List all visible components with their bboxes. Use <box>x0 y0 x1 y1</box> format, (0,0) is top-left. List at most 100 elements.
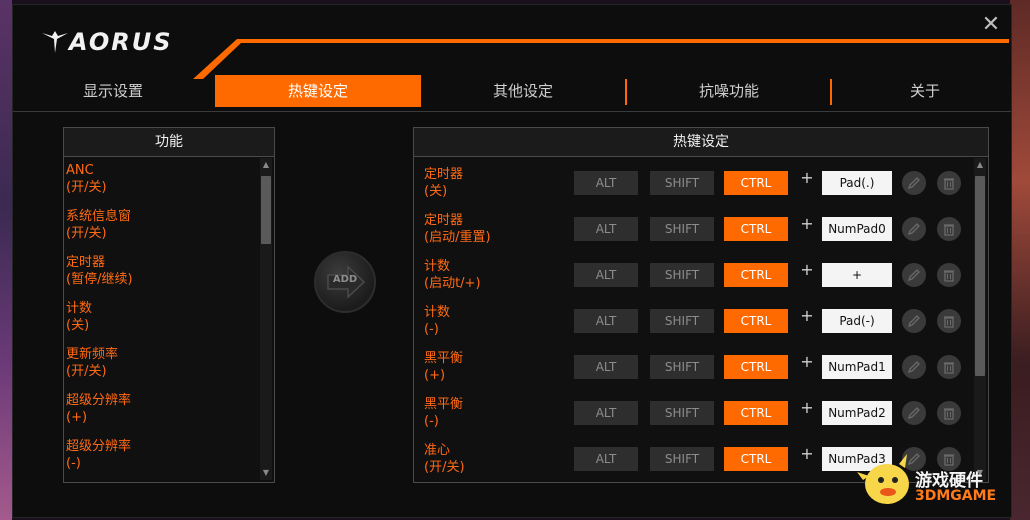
hotkey-row: 计数 (-) ALT SHIFT CTRL + Pad(-) <box>414 305 970 346</box>
alt-modifier-button[interactable]: ALT <box>574 401 638 425</box>
hotkey-row: 计数 (启动t/+) ALT SHIFT CTRL + + <box>414 259 970 300</box>
function-item[interactable]: 计数 (关) <box>66 300 92 334</box>
tab-about[interactable]: 关于 <box>855 75 995 107</box>
hotkey-key-field[interactable]: + <box>822 263 892 287</box>
hotkey-row: 黑平衡 (-) ALT SHIFT CTRL + NumPad2 <box>414 397 970 438</box>
plus-sign: + <box>800 214 814 233</box>
add-button-label: ADD <box>332 274 358 285</box>
hotkey-function-state: (+) <box>424 368 446 383</box>
alt-modifier-button[interactable]: ALT <box>574 217 638 241</box>
plus-sign: + <box>800 168 814 187</box>
tab-separator <box>830 79 832 105</box>
function-item[interactable]: ANC (开/关) <box>66 162 107 196</box>
logo-text: AORUS <box>69 28 173 56</box>
watermark-brand: 3DMGAME <box>915 488 997 504</box>
function-item[interactable]: 系统信息窗 (开/关) <box>66 208 131 242</box>
alt-modifier-button[interactable]: ALT <box>574 171 638 195</box>
tab-other-settings[interactable]: 其他设定 <box>453 75 593 107</box>
alt-modifier-button[interactable]: ALT <box>574 263 638 287</box>
add-button[interactable]: ADD <box>314 251 376 313</box>
pencil-icon[interactable] <box>902 309 926 333</box>
function-name: ANC <box>66 163 94 178</box>
hotkey-key-field[interactable]: Pad(.) <box>822 171 892 195</box>
desktop-background-right <box>1010 0 1030 520</box>
hotkey-function-name: 计数 <box>424 305 451 320</box>
shift-modifier-button[interactable]: SHIFT <box>650 309 714 333</box>
pencil-icon[interactable] <box>902 355 926 379</box>
ctrl-modifier-button[interactable]: CTRL <box>724 355 788 379</box>
alt-modifier-button[interactable]: ALT <box>574 355 638 379</box>
hotkey-key-field[interactable]: Pad(-) <box>822 309 892 333</box>
pencil-icon[interactable] <box>902 217 926 241</box>
plus-sign: + <box>800 444 814 463</box>
ctrl-modifier-button[interactable]: CTRL <box>724 309 788 333</box>
trash-icon[interactable] <box>937 309 961 333</box>
function-name: 计数 <box>66 301 93 316</box>
ctrl-modifier-button[interactable]: CTRL <box>724 401 788 425</box>
pencil-icon[interactable] <box>902 263 926 287</box>
trash-icon[interactable] <box>937 217 961 241</box>
hotkey-key-field[interactable]: NumPad1 <box>822 355 892 379</box>
plus-sign: + <box>800 260 814 279</box>
aorus-logo: AORUS <box>41 25 201 59</box>
tab-display-settings[interactable]: 显示设置 <box>43 75 183 107</box>
ctrl-modifier-button[interactable]: CTRL <box>724 171 788 195</box>
shift-modifier-button[interactable]: SHIFT <box>650 263 714 287</box>
watermark: 游戏硬件 3DMGAME <box>855 448 1015 512</box>
function-state: (开/关) <box>66 364 107 379</box>
shift-modifier-button[interactable]: SHIFT <box>650 171 714 195</box>
ctrl-modifier-button[interactable]: CTRL <box>724 447 788 471</box>
header-accent-stripe <box>193 39 1009 79</box>
trash-icon[interactable] <box>937 355 961 379</box>
tab-noise-cancel[interactable]: 抗噪功能 <box>659 75 799 107</box>
function-item[interactable]: 超级分辨率 (+) <box>66 392 131 426</box>
tab-hotkey-settings[interactable]: 热键设定 <box>215 75 421 107</box>
hotkey-function-state: (-) <box>424 414 439 429</box>
shift-modifier-button[interactable]: SHIFT <box>650 447 714 471</box>
hotkey-row: 定时器 (启动/重置) ALT SHIFT CTRL + NumPad0 <box>414 213 970 254</box>
mascot-icon <box>857 454 909 504</box>
close-icon[interactable]: ✕ <box>979 13 1003 37</box>
scrollbar-thumb[interactable] <box>975 176 985 376</box>
trash-icon[interactable] <box>937 401 961 425</box>
alt-modifier-button[interactable]: ALT <box>574 309 638 333</box>
function-state: (开/关) <box>66 226 107 241</box>
function-name: 超级分辨率 <box>66 439 132 454</box>
function-state: (暂停/继续) <box>66 272 133 287</box>
hotkey-function-state: (关) <box>424 184 448 199</box>
function-item[interactable]: 超级分辨率 (-) <box>66 438 131 472</box>
hotkey-key-field[interactable]: NumPad2 <box>822 401 892 425</box>
shift-modifier-button[interactable]: SHIFT <box>650 355 714 379</box>
function-state: (开/关) <box>66 180 107 195</box>
ctrl-modifier-button[interactable]: CTRL <box>724 263 788 287</box>
function-name: 定时器 <box>66 255 106 270</box>
hotkey-function-label: 准心 (开/关) <box>424 442 465 476</box>
hotkey-function-state: (开/关) <box>424 460 465 475</box>
scroll-down-icon[interactable]: ▼ <box>260 468 272 478</box>
alt-modifier-button[interactable]: ALT <box>574 447 638 471</box>
plus-sign: + <box>800 398 814 417</box>
trash-icon[interactable] <box>937 171 961 195</box>
shift-modifier-button[interactable]: SHIFT <box>650 401 714 425</box>
trash-icon[interactable] <box>937 263 961 287</box>
hotkey-list-scrollbar[interactable]: ▲ ▼ <box>974 158 986 480</box>
function-item[interactable]: 定时器 (暂停/继续) <box>66 254 133 288</box>
hotkey-function-name: 定时器 <box>424 213 464 228</box>
scrollbar-thumb[interactable] <box>261 176 271 244</box>
hotkey-row: 定时器 (关) ALT SHIFT CTRL + Pad(.) <box>414 167 970 208</box>
desktop-background-left <box>0 0 12 520</box>
function-name: 系统信息窗 <box>66 209 132 224</box>
pencil-icon[interactable] <box>902 401 926 425</box>
function-list-header: 功能 <box>64 128 274 157</box>
scroll-up-icon[interactable]: ▲ <box>974 160 986 170</box>
hotkey-function-name: 黑平衡 <box>424 397 464 412</box>
function-item[interactable]: 更新频率 (开/关) <box>66 346 118 380</box>
shift-modifier-button[interactable]: SHIFT <box>650 217 714 241</box>
function-list-scrollbar[interactable]: ▲ ▼ <box>260 158 272 480</box>
ctrl-modifier-button[interactable]: CTRL <box>724 217 788 241</box>
hotkey-panel-header: 热键设定 <box>414 128 988 157</box>
pencil-icon[interactable] <box>902 171 926 195</box>
hotkey-key-field[interactable]: NumPad0 <box>822 217 892 241</box>
scroll-up-icon[interactable]: ▲ <box>260 160 272 170</box>
function-state: (-) <box>66 456 81 471</box>
